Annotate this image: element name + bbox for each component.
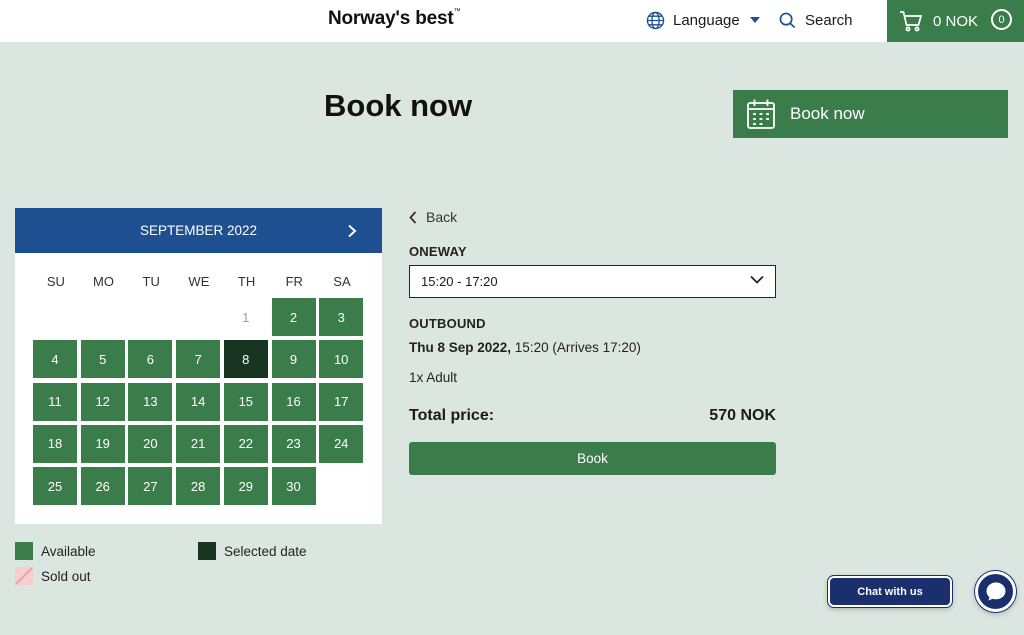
available-swatch [15, 542, 33, 560]
calendar-month-label: SEPTEMBER 2022 [139, 223, 258, 238]
brand-trademark: ™ [453, 8, 461, 15]
passenger-summary: 1x Adult [409, 370, 458, 385]
weekday-label: SU [46, 274, 65, 289]
calendar-day[interactable]: 11 [33, 382, 77, 421]
chevron-left-icon [409, 210, 417, 224]
legend-selected: Selected date [198, 542, 307, 560]
calendar-day[interactable]: 9 [271, 340, 316, 379]
legend-available-label: Available [41, 543, 96, 559]
calendar-day[interactable]: 23 [271, 424, 316, 463]
calendar-header: SEPTEMBER 2022 [15, 208, 382, 253]
sold-out-swatch [15, 567, 33, 585]
book-button[interactable]: Book [409, 442, 776, 475]
oneway-label: ONEWAY [409, 244, 467, 259]
weekday-label: WE [188, 274, 210, 289]
outbound-label: OUTBOUND [409, 316, 486, 331]
calendar-icon [747, 99, 775, 129]
calendar-day[interactable]: 24 [319, 424, 364, 463]
calendar-day[interactable]: 12 [80, 382, 125, 421]
legend-available: Available [15, 542, 96, 560]
calendar-day[interactable]: 20 [128, 424, 173, 463]
cart-button[interactable]: 0 NOK 0 [887, 0, 1024, 42]
outbound-details: Thu 8 Sep 2022, 15:20 (Arrives 17:20) [409, 340, 641, 355]
calendar-day[interactable]: 16 [271, 382, 316, 421]
calendar-day[interactable]: 25 [33, 467, 77, 506]
cart-icon [900, 11, 923, 32]
caret-down-icon [749, 17, 760, 23]
total-price-value: 570 NOK [709, 407, 776, 424]
chat-launcher-button[interactable] [975, 571, 1016, 612]
selected-swatch [198, 542, 216, 560]
total-price-label: Total price: [409, 407, 495, 424]
calendar-day[interactable]: 21 [176, 424, 221, 463]
outbound-date: Thu 8 Sep 2022, [409, 340, 512, 355]
back-label: Back [426, 209, 458, 225]
calendar-day[interactable]: 3 [319, 298, 364, 336]
back-link[interactable]: Back [409, 209, 457, 225]
search-icon [779, 12, 796, 28]
language-label: Language [673, 11, 740, 29]
calendar-day[interactable]: 5 [80, 340, 125, 379]
calendar-day[interactable]: 29 [223, 467, 268, 506]
calendar-day[interactable]: 14 [176, 382, 221, 421]
chat-with-us-button[interactable]: Chat with us [828, 576, 952, 607]
legend-sold-out: Sold out [15, 567, 91, 585]
calendar-day[interactable]: 18 [33, 424, 77, 463]
calendar-day-selected[interactable]: 8 [223, 340, 268, 379]
page-title: Book now [324, 88, 473, 123]
chevron-right-icon [348, 224, 357, 238]
calendar-day[interactable]: 19 [80, 424, 125, 463]
weekday-label: SA [333, 274, 351, 289]
weekday-label: TH [237, 274, 256, 289]
calendar-day[interactable]: 13 [128, 382, 173, 421]
book-now-banner-button[interactable]: Book now [733, 90, 1008, 138]
cart-amount: 0 NOK [933, 12, 979, 30]
chat-bubble-icon [986, 582, 1005, 601]
calendar-day: 1 [242, 309, 250, 325]
weekday-header-row: SU MO TU WE TH FR SA [32, 274, 366, 289]
calendar-day[interactable]: 10 [319, 340, 364, 379]
legend-sold-out-label: Sold out [41, 568, 91, 584]
calendar-day[interactable]: 30 [271, 467, 316, 506]
calendar-day[interactable]: 26 [80, 467, 125, 506]
calendar-day[interactable]: 4 [33, 340, 77, 379]
calendar-day[interactable]: 27 [128, 467, 173, 506]
brand-logo[interactable]: Norway's best™ [328, 8, 460, 30]
chat-label: Chat with us [857, 585, 923, 598]
calendar-day[interactable]: 6 [128, 340, 173, 379]
calendar-day[interactable]: 15 [223, 382, 268, 421]
language-selector[interactable]: Language [646, 9, 760, 31]
departure-time-value: 15:20 - 17:20 [421, 274, 498, 289]
date-calendar: SEPTEMBER 2022 SU MO TU WE TH FR SA 1234567891… [15, 208, 382, 524]
outbound-time: 15:20 (Arrives 17:20) [511, 340, 641, 355]
search-label: Search [805, 11, 853, 29]
weekday-label: FR [285, 274, 303, 289]
calendar-day[interactable]: 22 [223, 424, 268, 463]
book-button-label: Book [577, 451, 608, 466]
legend-selected-label: Selected date [224, 543, 307, 559]
book-now-banner-label: Book now [790, 104, 865, 123]
globe-icon [646, 11, 665, 29]
brand-name: Norway's best [328, 8, 454, 29]
departure-time-select[interactable]: 15:20 - 17:20 [409, 265, 776, 298]
site-header: Norway's best™ Language Search 0 NOK 0 [0, 0, 1024, 42]
calendar-day[interactable]: 2 [271, 298, 316, 336]
next-month-button[interactable] [342, 221, 362, 241]
weekday-label: TU [142, 274, 160, 289]
chevron-down-icon [750, 275, 764, 284]
search-button[interactable]: Search [779, 9, 853, 31]
calendar-day[interactable]: 7 [176, 340, 221, 379]
weekday-label: MO [93, 274, 114, 289]
cart-count-badge: 0 [991, 9, 1012, 30]
calendar-day[interactable]: 28 [176, 467, 221, 506]
calendar-day[interactable]: 17 [319, 382, 364, 421]
